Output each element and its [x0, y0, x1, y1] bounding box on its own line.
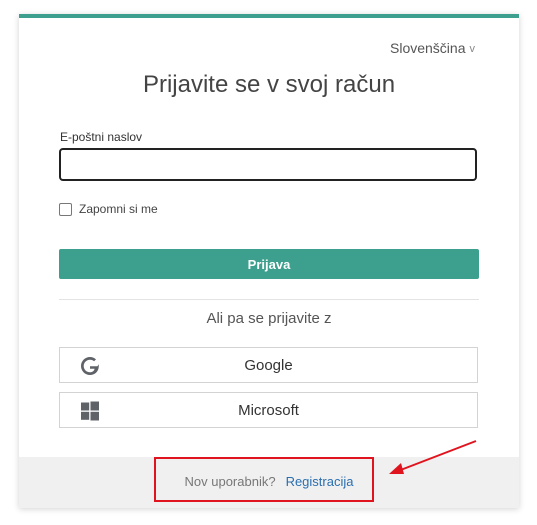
language-selector[interactable]: Slovenščina v [390, 40, 475, 56]
divider [59, 299, 479, 300]
page-title: Prijavite se v svoj račun [142, 71, 396, 98]
login-button[interactable]: Prijava [59, 249, 479, 279]
accent-top-bar [19, 14, 519, 18]
google-login-button[interactable]: Google [59, 347, 478, 383]
remember-me-checkbox[interactable] [59, 202, 72, 216]
alternative-login-text: Ali pa se prijavite z [206, 310, 332, 327]
microsoft-login-button[interactable]: Microsoft [59, 392, 478, 428]
microsoft-label: Microsoft [238, 401, 299, 419]
microsoft-icon [81, 401, 99, 421]
chevron-down-icon: v [469, 43, 476, 55]
annotation-highlight-box [154, 457, 374, 502]
remember-me-row[interactable]: Zapomni si me [59, 202, 158, 216]
email-field-label: E-poštni naslov [60, 130, 143, 144]
login-card: Slovenščina v Prijavite se v svoj račun E… [19, 14, 519, 508]
email-field[interactable] [59, 148, 477, 181]
language-label: Slovenščina [390, 40, 466, 56]
remember-me-label: Zapomni si me [79, 202, 158, 216]
google-label: Google [244, 356, 293, 374]
google-icon [81, 357, 99, 375]
